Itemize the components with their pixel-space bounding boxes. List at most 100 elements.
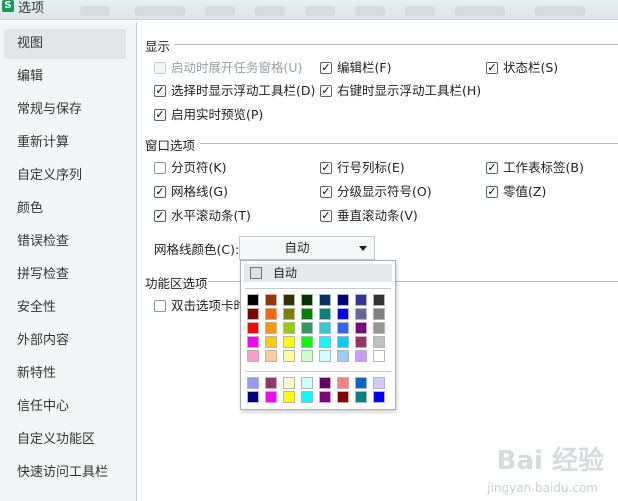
checkbox-unchecked-icon[interactable]	[154, 61, 166, 74]
sidebar-item-view[interactable]: 视图	[4, 29, 126, 59]
color-swatch[interactable]	[247, 308, 259, 320]
color-swatch[interactable]	[283, 322, 295, 334]
dropdown-arrow-icon[interactable]	[359, 246, 367, 251]
color-swatch[interactable]	[373, 308, 385, 320]
color-swatch[interactable]	[247, 322, 259, 334]
color-swatch[interactable]	[319, 322, 331, 334]
color-swatch[interactable]	[373, 322, 385, 334]
color-swatch[interactable]	[355, 391, 367, 403]
color-swatch[interactable]	[301, 350, 313, 362]
color-swatch[interactable]	[319, 391, 331, 403]
color-swatch[interactable]	[265, 294, 277, 306]
color-swatch[interactable]	[301, 294, 313, 306]
color-swatch[interactable]	[373, 336, 385, 348]
color-swatch[interactable]	[319, 294, 331, 306]
color-swatch[interactable]	[373, 391, 385, 403]
color-swatch[interactable]	[337, 336, 349, 348]
checkbox-checked-icon[interactable]: ✓	[320, 161, 332, 174]
color-swatch[interactable]	[265, 377, 277, 389]
option-floating-toolbar-on-select[interactable]: ✓ 选择时显示浮动工具栏(D)	[154, 82, 315, 100]
color-swatch[interactable]	[283, 308, 295, 320]
sidebar-item-color[interactable]: 颜色	[4, 194, 126, 224]
color-swatch[interactable]	[247, 391, 259, 403]
color-swatch[interactable]	[265, 322, 277, 334]
sidebar-item-custom-lists[interactable]: 自定义序列	[4, 161, 126, 191]
checkbox-checked-icon[interactable]: ✓	[154, 209, 166, 222]
color-swatch[interactable]	[283, 294, 295, 306]
color-swatch[interactable]	[283, 391, 295, 403]
color-swatch[interactable]	[337, 322, 349, 334]
sidebar-item-spell-check[interactable]: 拼写检查	[4, 260, 126, 290]
color-swatch[interactable]	[373, 294, 385, 306]
color-swatch[interactable]	[247, 350, 259, 362]
color-swatch[interactable]	[319, 350, 331, 362]
sidebar-item-customize-ribbon[interactable]: 自定义功能区	[4, 425, 126, 455]
sidebar-item-new-features[interactable]: 新特性	[4, 359, 126, 389]
option-row-col-headers[interactable]: ✓ 行号列标(E)	[320, 159, 405, 177]
checkbox-checked-icon[interactable]: ✓	[320, 84, 332, 97]
color-swatch[interactable]	[319, 336, 331, 348]
sidebar-item-error-check[interactable]: 错误检查	[4, 227, 126, 257]
gridline-color-select[interactable]: 自动	[239, 236, 375, 260]
sidebar-item-trust-center[interactable]: 信任中心	[4, 392, 126, 422]
option-page-breaks[interactable]: 分页符(K)	[154, 159, 226, 177]
color-swatch[interactable]	[373, 377, 385, 389]
color-swatch[interactable]	[265, 350, 277, 362]
color-swatch[interactable]	[319, 308, 331, 320]
color-swatch[interactable]	[265, 391, 277, 403]
color-swatch[interactable]	[283, 336, 295, 348]
color-swatch[interactable]	[247, 377, 259, 389]
color-swatch[interactable]	[355, 377, 367, 389]
color-swatch[interactable]	[247, 336, 259, 348]
option-status-bar[interactable]: ✓ 状态栏(S)	[486, 59, 558, 77]
color-swatch[interactable]	[373, 350, 385, 362]
color-swatch[interactable]	[355, 336, 367, 348]
checkbox-checked-icon[interactable]: ✓	[154, 185, 166, 198]
checkbox-checked-icon[interactable]: ✓	[154, 108, 166, 121]
color-swatch[interactable]	[319, 377, 331, 389]
color-swatch[interactable]	[283, 377, 295, 389]
color-swatch[interactable]	[337, 350, 349, 362]
color-swatch[interactable]	[355, 322, 367, 334]
color-swatch[interactable]	[301, 322, 313, 334]
option-zero-values[interactable]: ✓ 零值(Z)	[486, 183, 546, 201]
color-swatch[interactable]	[337, 294, 349, 306]
sidebar-item-edit[interactable]: 编辑	[4, 62, 126, 92]
checkbox-checked-icon[interactable]: ✓	[486, 185, 498, 198]
color-swatch[interactable]	[283, 350, 295, 362]
color-swatch[interactable]	[301, 308, 313, 320]
color-swatch[interactable]	[301, 377, 313, 389]
color-swatch[interactable]	[355, 308, 367, 320]
checkbox-checked-icon[interactable]: ✓	[320, 185, 332, 198]
option-horizontal-scrollbar[interactable]: ✓ 水平滚动条(T)	[154, 207, 251, 225]
option-vertical-scrollbar[interactable]: ✓ 垂直滚动条(V)	[320, 207, 418, 225]
option-floating-toolbar-on-right-click[interactable]: ✓ 右键时显示浮动工具栏(H)	[320, 82, 481, 100]
checkbox-checked-icon[interactable]: ✓	[320, 209, 332, 222]
color-swatch[interactable]	[247, 294, 259, 306]
checkbox-checked-icon[interactable]: ✓	[486, 161, 498, 174]
color-swatch[interactable]	[265, 308, 277, 320]
option-double-click-tab[interactable]: 双击选项卡时	[154, 297, 246, 315]
checkbox-checked-icon[interactable]: ✓	[154, 84, 166, 97]
color-swatch[interactable]	[355, 294, 367, 306]
sidebar-item-external-content[interactable]: 外部内容	[4, 326, 126, 356]
color-swatch[interactable]	[355, 350, 367, 362]
checkbox-checked-icon[interactable]: ✓	[320, 61, 332, 74]
color-swatch[interactable]	[337, 308, 349, 320]
checkbox-checked-icon[interactable]: ✓	[486, 61, 498, 74]
sidebar-item-recalculate[interactable]: 重新计算	[4, 128, 126, 158]
option-outline-symbols[interactable]: ✓ 分级显示符号(O)	[320, 183, 432, 201]
color-swatch[interactable]	[301, 391, 313, 403]
color-auto-option[interactable]: 自动	[244, 264, 392, 282]
color-swatch[interactable]	[337, 391, 349, 403]
sidebar-item-security[interactable]: 安全性	[4, 293, 126, 323]
color-swatch[interactable]	[337, 377, 349, 389]
option-sheet-tabs[interactable]: ✓ 工作表标签(B)	[486, 159, 584, 177]
sidebar-item-quick-access-toolbar[interactable]: 快速访问工具栏	[4, 458, 126, 488]
option-gridlines[interactable]: ✓ 网格线(G)	[154, 183, 228, 201]
checkbox-unchecked-icon[interactable]	[154, 161, 166, 174]
color-swatch[interactable]	[301, 336, 313, 348]
option-live-preview[interactable]: ✓ 启用实时预览(P)	[154, 106, 263, 124]
color-swatch[interactable]	[265, 336, 277, 348]
checkbox-unchecked-icon[interactable]	[154, 299, 166, 312]
